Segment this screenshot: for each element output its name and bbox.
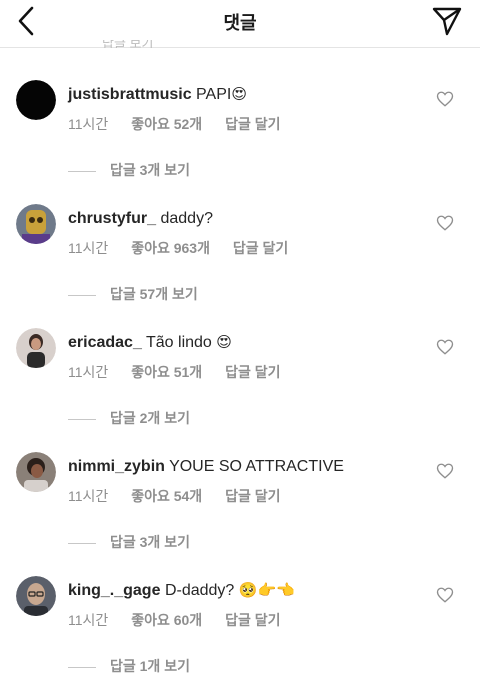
comments-header: 댓글 답글 보기	[0, 0, 480, 48]
reply-button[interactable]: 답글 달기	[225, 488, 280, 504]
comment-username[interactable]: nimmi_zybin	[68, 458, 165, 475]
comment-text: chrustyfur_ daddy?	[68, 208, 420, 229]
comment-item: ericadac_ Tão lindo 😍 11시간 좋아요 51개 답글 달기…	[0, 328, 480, 452]
heart-icon	[436, 339, 454, 355]
comment-text: ericadac_ Tão lindo 😍	[68, 332, 420, 353]
reply-button[interactable]: 답글 달기	[225, 116, 280, 132]
send-button[interactable]	[430, 4, 464, 38]
view-replies-button[interactable]: 답글 2개 보기	[68, 408, 190, 426]
scrolled-text-peek: 답글 보기	[102, 40, 154, 48]
comment-time: 11시간	[68, 612, 109, 628]
view-replies-label: 답글 3개 보기	[110, 534, 190, 550]
comment-likes[interactable]: 좋아요 963개	[131, 240, 210, 256]
comment-item: king_._gage D-daddy? 🥺👉👈 11시간 좋아요 60개 답글…	[0, 576, 480, 680]
comment-item: nimmi_zybin YOUE SO ATTRACTIVE 11시간 좋아요 …	[0, 452, 480, 576]
heart-icon	[436, 463, 454, 479]
view-replies-button[interactable]: 답글 3개 보기	[68, 160, 190, 178]
like-button[interactable]	[436, 462, 454, 480]
comment-meta: 11시간 좋아요 963개 답글 달기	[68, 238, 307, 258]
view-replies-label: 답글 3개 보기	[110, 162, 190, 178]
view-replies-button[interactable]: 답글 1개 보기	[68, 656, 190, 674]
comment-text: justisbrattmusic PAPI😍	[68, 84, 420, 105]
comment-time: 11시간	[68, 488, 109, 504]
comment-body: daddy?	[160, 210, 213, 227]
comment-username[interactable]: justisbrattmusic	[68, 86, 192, 103]
reply-button[interactable]: 답글 달기	[225, 364, 280, 380]
comment-time: 11시간	[68, 364, 109, 380]
comment-username[interactable]: king_._gage	[68, 582, 160, 599]
comment-likes[interactable]: 좋아요 60개	[131, 612, 202, 628]
comment-item: justisbrattmusic PAPI😍 11시간 좋아요 52개 답글 달…	[0, 80, 480, 204]
comment-text: nimmi_zybin YOUE SO ATTRACTIVE	[68, 456, 420, 477]
comment-body: D-daddy?	[164, 582, 235, 599]
comment-body: PAPI	[196, 86, 232, 103]
reply-button[interactable]: 답글 달기	[233, 240, 288, 256]
comment-meta: 11시간 좋아요 51개 답글 달기	[68, 362, 299, 382]
paper-plane-icon	[432, 7, 462, 36]
heart-icon	[436, 91, 454, 107]
divider-line	[68, 170, 96, 172]
view-replies-label: 답글 57개 보기	[110, 286, 198, 302]
like-button[interactable]	[436, 338, 454, 356]
comment-time: 11시간	[68, 240, 109, 256]
page-title: 댓글	[223, 13, 257, 33]
comment-body: Tão lindo	[146, 334, 212, 351]
comment-time: 11시간	[68, 116, 109, 132]
comment-likes[interactable]: 좋아요 54개	[131, 488, 202, 504]
avatar[interactable]	[16, 80, 56, 120]
like-button[interactable]	[436, 586, 454, 604]
comment-meta: 11시간 좋아요 52개 답글 달기	[68, 114, 299, 134]
avatar[interactable]	[16, 204, 56, 244]
view-replies-label: 답글 2개 보기	[110, 410, 190, 426]
divider-line	[68, 542, 96, 544]
reply-button[interactable]: 답글 달기	[225, 612, 280, 628]
avatar[interactable]	[16, 328, 56, 368]
like-button[interactable]	[436, 214, 454, 232]
comment-username[interactable]: chrustyfur_	[68, 210, 156, 227]
view-replies-label: 답글 1개 보기	[110, 658, 190, 674]
comment-emoji: 😍	[216, 333, 232, 351]
comment-text: king_._gage D-daddy? 🥺👉👈	[68, 580, 420, 601]
heart-icon	[436, 215, 454, 231]
comment-username[interactable]: ericadac_	[68, 334, 142, 351]
divider-line	[68, 666, 96, 668]
avatar[interactable]	[16, 576, 56, 616]
comment-emoji: 😍	[231, 85, 247, 103]
comment-likes[interactable]: 좋아요 52개	[131, 116, 202, 132]
comment-item: chrustyfur_ daddy? 11시간 좋아요 963개 답글 달기 답…	[0, 204, 480, 328]
divider-line	[68, 418, 96, 420]
comment-meta: 11시간 좋아요 54개 답글 달기	[68, 486, 299, 506]
view-replies-button[interactable]: 답글 57개 보기	[68, 284, 198, 302]
comment-body: YOUE SO ATTRACTIVE	[169, 458, 344, 475]
avatar[interactable]	[16, 452, 56, 492]
comment-meta: 11시간 좋아요 60개 답글 달기	[68, 610, 299, 630]
heart-icon	[436, 587, 454, 603]
comment-likes[interactable]: 좋아요 51개	[131, 364, 202, 380]
comment-emoji: 🥺👉👈	[238, 581, 295, 599]
like-button[interactable]	[436, 90, 454, 108]
divider-line	[68, 294, 96, 296]
view-replies-button[interactable]: 답글 3개 보기	[68, 532, 190, 550]
